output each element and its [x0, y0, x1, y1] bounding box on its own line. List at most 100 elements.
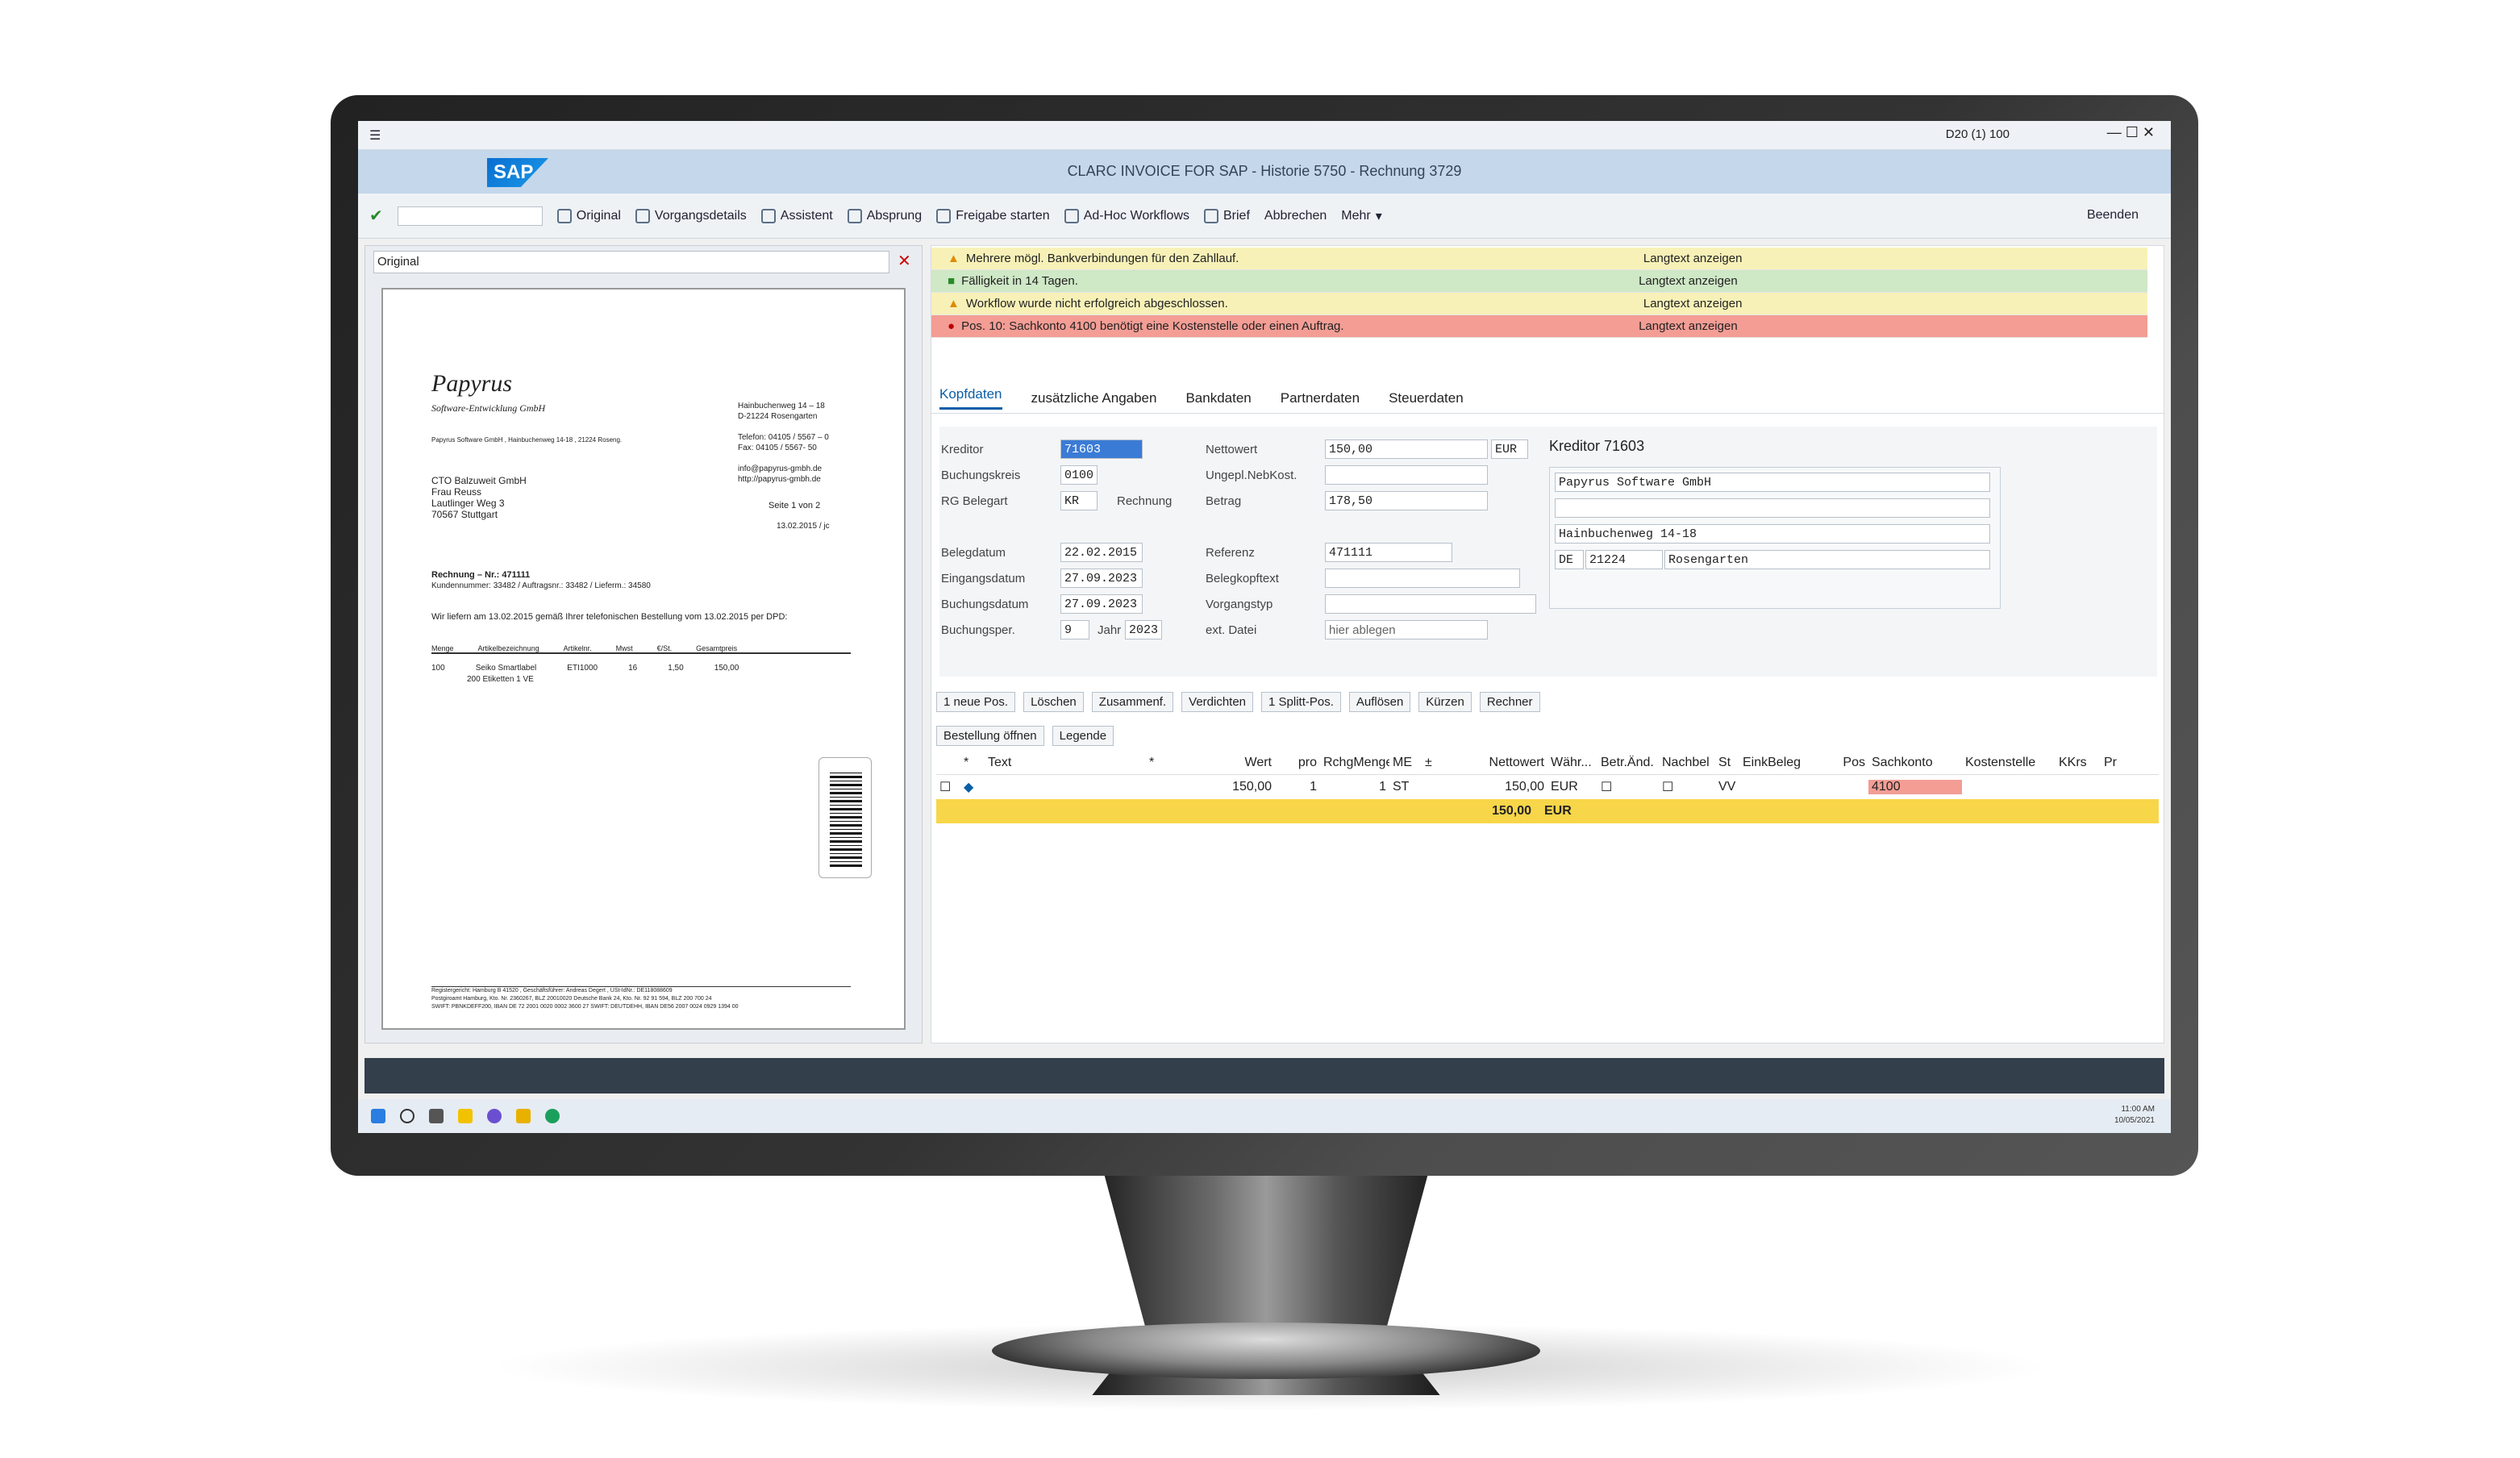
tab-steuerdaten[interactable]: Steuerdaten — [1389, 390, 1464, 406]
buchungsper-month[interactable]: 9 — [1060, 620, 1089, 639]
belegkopftext-input[interactable] — [1325, 569, 1520, 588]
loeschen-button[interactable]: Löschen — [1023, 691, 1084, 712]
zusammenf-button[interactable]: Zusammenf. — [1091, 691, 1174, 712]
legende-button[interactable]: Legende — [1052, 725, 1114, 746]
invoice-sender-addr: Hainbuchenweg 14 – 18 D-21224 Rosengarten… — [738, 402, 829, 484]
folder-icon[interactable] — [516, 1109, 531, 1123]
toolbar-abbrechen[interactable]: Abbrechen — [1264, 209, 1327, 223]
sachkonto-cell[interactable]: 4100 — [1868, 780, 1962, 794]
rechner-button[interactable]: Rechner — [1479, 691, 1540, 712]
bestellung-oeffnen-button[interactable]: Bestellung öffnen — [936, 725, 1044, 746]
kreditor-street[interactable]: Hainbuchenweg 14-18 — [1555, 524, 1990, 544]
grid-row[interactable]: ☐ ◆ 150,00 1 1 ST 150,00 EUR ☐ ☐ VV 4100 — [936, 775, 2159, 799]
ext-datei-input[interactable]: hier ablegen — [1325, 620, 1488, 639]
langtext-link[interactable]: Langtext anzeigen — [1643, 252, 1743, 265]
vorgangstyp-select[interactable] — [1325, 594, 1536, 614]
toolbar-mehr[interactable]: Mehr ▾ — [1341, 208, 1381, 224]
close-icon[interactable]: ✕ — [898, 251, 911, 271]
detail-pane: ▲ Mehrere mögl. Bankverbindungen für den … — [931, 245, 2164, 1044]
langtext-link[interactable]: Langtext anzeigen — [1639, 274, 1738, 288]
betrag-input[interactable]: 178,50 — [1325, 491, 1488, 510]
nettowert-input[interactable]: 150,00 — [1325, 439, 1488, 459]
belegdatum-input[interactable]: 22.02.2015 — [1060, 543, 1143, 562]
invoice-page: Seite 1 von 2 — [768, 501, 821, 510]
toolbar-beenden[interactable]: Beenden — [2087, 208, 2139, 223]
windows-start-icon[interactable] — [371, 1109, 385, 1123]
message-row: ● Pos. 10: Sachkonto 4100 benötigt eine K… — [931, 315, 2147, 338]
kreditor-country[interactable]: DE — [1555, 550, 1584, 569]
tab-bankdaten[interactable]: Bankdaten — [1185, 390, 1251, 406]
grid-toolbar: 1 neue Pos. Löschen Zusammenf. Verdichte… — [936, 688, 2159, 715]
kuerzen-button[interactable]: Kürzen — [1418, 691, 1472, 712]
menu-icon[interactable]: ☰ — [369, 127, 381, 144]
toolbar-absprung[interactable]: Absprung — [847, 208, 922, 223]
tab-kopfdaten[interactable]: Kopfdaten — [939, 386, 1002, 410]
monitor-base — [992, 1323, 1540, 1379]
app-icon[interactable] — [458, 1109, 473, 1123]
label-belegkopftext: Belegkopftext — [1206, 572, 1279, 585]
toolbar-adhoc[interactable]: Ad-Hoc Workflows — [1064, 208, 1189, 223]
app-title: CLARC INVOICE FOR SAP - Historie 5750 - … — [1067, 163, 1462, 179]
edge-icon[interactable] — [545, 1109, 560, 1123]
neue-pos-button[interactable]: 1 neue Pos. — [936, 691, 1016, 712]
teams-icon[interactable] — [487, 1109, 502, 1123]
tab-zusaetzliche-angaben[interactable]: zusätzliche Angaben — [1031, 390, 1157, 406]
check-icon[interactable]: ✔ — [369, 206, 383, 226]
kreditor-zip[interactable]: 21224 — [1585, 550, 1663, 569]
title-bar: SAP CLARC INVOICE FOR SAP - Historie 575… — [358, 150, 2171, 194]
buchungsper-year[interactable]: 2023 — [1125, 620, 1162, 639]
nettowert-currency: EUR — [1491, 439, 1528, 459]
nebkost-input[interactable] — [1325, 465, 1488, 485]
label-belegdatum: Belegdatum — [941, 546, 1006, 560]
invoice-footer: Registergericht: Hamburg B 41520 , Gesch… — [431, 986, 851, 1011]
windows-taskbar: 11:00 AM 10/05/2021 — [358, 1099, 2171, 1133]
toolbar-original[interactable]: Original — [556, 208, 621, 223]
sap-screen: ☰ D20 (1) 100 — ☐ ✕ SAP CLARC INVOICE FO… — [358, 121, 2171, 1133]
kreditor-city[interactable]: Rosengarten — [1664, 550, 1990, 569]
kreditor-name2[interactable] — [1555, 498, 1990, 518]
invoice-recipient: CTO Balzuweit GmbH Frau Reuss Lautlinger W… — [431, 475, 527, 520]
belegart-input[interactable]: KR — [1060, 491, 1098, 510]
window-controls[interactable]: — ☐ ✕ — [2107, 124, 2155, 141]
eingangsdatum-input[interactable]: 27.09.2023 — [1060, 569, 1143, 588]
label-kreditor: Kreditor — [941, 443, 984, 456]
kreditor-name[interactable]: Papyrus Software GmbH — [1555, 473, 1990, 492]
invoice-date: 13.02.2015 / jc — [777, 522, 830, 531]
langtext-link[interactable]: Langtext anzeigen — [1639, 319, 1738, 333]
label-betrag: Betrag — [1206, 494, 1242, 508]
aufloesen-button[interactable]: Auflösen — [1348, 691, 1411, 712]
grid-header: * Text * Wert pro RchgMenge ME ± Nettowe… — [936, 751, 2159, 775]
message-row: ▲ Mehrere mögl. Bankverbindungen für den … — [931, 248, 2147, 270]
invoice-company: Papyrus — [431, 370, 512, 397]
toolbar-freigabe[interactable]: Freigabe starten — [936, 208, 1050, 223]
message-row: ▲ Workflow wurde nicht erfolgreich abgesc… — [931, 293, 2147, 315]
invoice-table-head: Menge Artikelbezeichnung Artikelnr. Mwst €/S… — [431, 644, 851, 654]
label-eingangsdatum: Eingangsdatum — [941, 572, 1026, 585]
toolbar: ✔ Original Vorgangsdetails Assistent Abs… — [358, 194, 2171, 239]
kreditor-input[interactable]: 71603 — [1060, 439, 1143, 459]
splitt-pos-button[interactable]: 1 Splitt-Pos. — [1261, 691, 1341, 712]
invoice-intro: Wir liefern am 13.02.2015 gemäß Ihrer te… — [431, 612, 788, 622]
search-icon[interactable] — [400, 1109, 414, 1123]
task-view-icon[interactable] — [429, 1109, 444, 1123]
verdichten-button[interactable]: Verdichten — [1181, 691, 1254, 712]
invoice-line2: 200 Etiketten 1 VE — [467, 675, 534, 684]
label-nettowert: Nettowert — [1206, 443, 1258, 456]
referenz-input[interactable]: 471111 — [1325, 543, 1452, 562]
toolbar-vorgangsdetails[interactable]: Vorgangsdetails — [635, 208, 747, 223]
invoice-number: Rechnung – Nr.: 471111 — [431, 570, 531, 580]
buchungsdatum-input[interactable]: 27.09.2023 — [1060, 594, 1143, 614]
command-field[interactable] — [397, 206, 543, 226]
toolbar-brief[interactable]: Brief — [1204, 208, 1250, 223]
invoice-customer: Kundennummer: 33482 / Auftragsnr.: 33482… — [431, 581, 651, 590]
clock: 11:00 AM 10/05/2021 — [2114, 1105, 2155, 1125]
invoice-sender-line: Papyrus Software GmbH , Hainbuchenweg 14… — [431, 436, 623, 444]
tab-partnerdaten[interactable]: Partnerdaten — [1281, 390, 1360, 406]
langtext-link[interactable]: Langtext anzeigen — [1643, 297, 1743, 310]
buchungskreis-input[interactable]: 0100 — [1060, 465, 1098, 485]
toolbar-assistent[interactable]: Assistent — [760, 208, 833, 223]
invoice-line: 100 Seiko Smartlabel ETI1000 16 1,50 150,00 — [431, 664, 739, 673]
original-dropdown[interactable]: Original — [373, 251, 889, 273]
label-buchungsdatum: Buchungsdatum — [941, 598, 1029, 611]
system-id: D20 (1) 100 — [1945, 127, 2010, 141]
